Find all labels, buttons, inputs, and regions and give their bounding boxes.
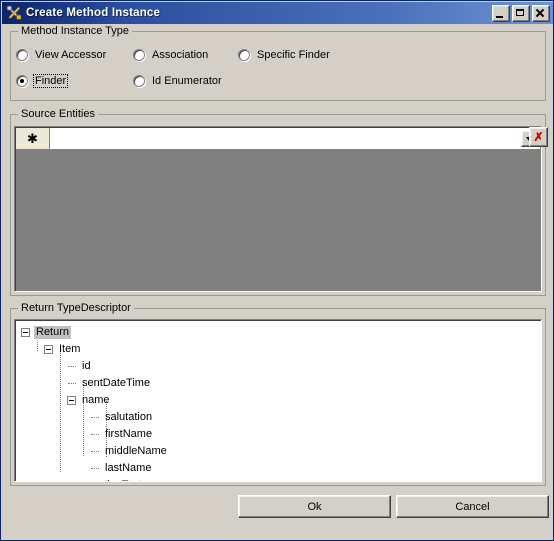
tree-leaf-icon-firstname (90, 430, 99, 439)
tree-label-firstname: firstName (105, 428, 153, 440)
radio-dot-id-enumerator (133, 75, 145, 87)
source-entity-combo-cell[interactable] (50, 128, 540, 150)
radio-label-view-accessor: View Accessor (35, 49, 107, 61)
window-controls (492, 4, 550, 22)
return-typedescriptor-legend: Return TypeDescriptor (18, 302, 134, 314)
tree-node-item[interactable]: Item (15, 341, 541, 358)
radio-dot-specific-finder (238, 49, 250, 61)
method-instance-type-group: Method Instance Type Finder View Accesso… (10, 25, 546, 101)
ok-button[interactable]: Ok (238, 495, 391, 518)
tree-leaf-icon-lastname (90, 464, 99, 473)
tree-node-return[interactable]: Return (15, 324, 541, 341)
create-method-instance-dialog: Create Method Instance Method Instance T… (0, 0, 554, 541)
radio-association[interactable]: Association (133, 48, 210, 62)
tree-node-salutation[interactable]: salutation (15, 409, 541, 426)
radio-dot-finder (16, 75, 28, 87)
radio-finder[interactable]: Finder (16, 74, 69, 88)
source-entities-legend: Source Entities (18, 108, 98, 120)
tree-leaf-icon-sentdatetime (67, 379, 76, 388)
tree-leaf-icon-middlename (90, 447, 99, 456)
tree-leaf-icon-id (67, 362, 76, 371)
tree-node-id[interactable]: id (15, 358, 541, 375)
expander-item[interactable] (44, 345, 53, 354)
tree-node-name[interactable]: name (15, 392, 541, 409)
tree-label-salutation: salutation (105, 411, 153, 423)
tree-label-item: Item (59, 343, 81, 355)
window-title: Create Method Instance (26, 7, 161, 19)
radio-specific-finder[interactable]: Specific Finder (238, 48, 332, 62)
tree-label-greetingtext: greetingText (80, 479, 144, 481)
radio-dot-association (133, 49, 145, 61)
radio-label-specific-finder: Specific Finder (257, 49, 330, 61)
tree-node-lastname[interactable]: lastName (15, 460, 541, 477)
cancel-button[interactable]: Cancel (396, 495, 549, 518)
tree-node-middlename[interactable]: middleName (15, 443, 541, 460)
grid-new-row[interactable]: ✱ (16, 128, 540, 150)
radio-label-id-enumerator: Id Enumerator (152, 75, 222, 87)
tools-icon (6, 5, 22, 21)
tree-node-sentdatetime[interactable]: sentDateTime (15, 375, 541, 392)
tree-label-id: id (82, 360, 91, 372)
close-button[interactable] (532, 4, 550, 22)
radio-label-finder: Finder (33, 74, 69, 88)
tree-label-name: name (82, 394, 110, 406)
minimize-button[interactable] (492, 4, 510, 22)
tree-leaf-icon-greetingtext (67, 481, 76, 482)
tree-node-greetingtext[interactable]: greetingText (15, 477, 541, 482)
expander-name[interactable] (67, 396, 76, 405)
source-entities-grid[interactable]: ✱ (14, 126, 542, 292)
expander-return[interactable] (21, 328, 30, 337)
tree-label-return: Return (34, 326, 72, 339)
delete-source-entity-button[interactable]: ✗ (529, 127, 548, 147)
tree-label-middlename: middleName (105, 445, 167, 457)
title-bar[interactable]: Create Method Instance (2, 2, 553, 24)
return-typedescriptor-tree[interactable]: Return Item id sentDateTime name salutat… (14, 319, 542, 482)
row-header-new-record[interactable]: ✱ (16, 128, 50, 150)
tree-label-lastname: lastName (105, 462, 152, 474)
tree-node-firstname[interactable]: firstName (15, 426, 541, 443)
radio-id-enumerator[interactable]: Id Enumerator (133, 74, 224, 88)
tree-leaf-icon-salutation (90, 413, 99, 422)
method-instance-type-legend: Method Instance Type (18, 25, 133, 37)
radio-label-association: Association (152, 49, 209, 61)
radio-dot-view-accessor (16, 49, 28, 61)
tree-label-sentdatetime: sentDateTime (82, 377, 151, 389)
radio-view-accessor[interactable]: View Accessor (16, 48, 108, 62)
maximize-button[interactable] (512, 4, 530, 22)
